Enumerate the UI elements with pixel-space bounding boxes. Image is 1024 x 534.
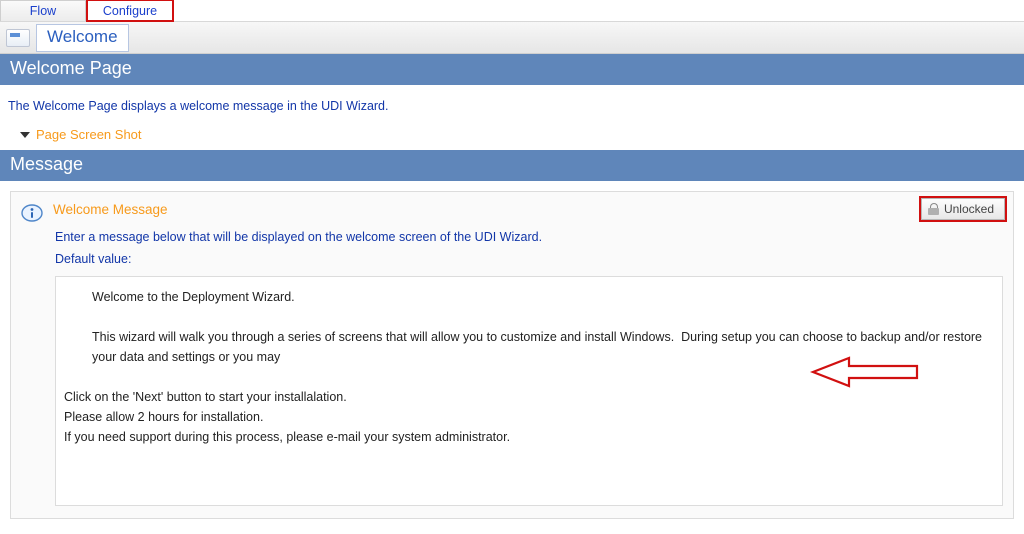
tab-configure[interactable]: Configure [87, 0, 173, 21]
chevron-down-icon [20, 132, 30, 138]
lock-open-icon [928, 203, 939, 215]
section-header-welcome-page: Welcome Page [0, 54, 1024, 85]
message-header-row: Welcome Message [11, 192, 1013, 222]
info-icon [21, 204, 43, 222]
sub-toolbar: Welcome [0, 22, 1024, 54]
tab-flow[interactable]: Flow [0, 0, 86, 21]
unlocked-label: Unlocked [944, 202, 994, 216]
section-header-message: Message [0, 150, 1024, 181]
welcome-message-textarea[interactable]: Welcome to the Deployment Wizard. This w… [55, 276, 1003, 506]
top-tab-strip: Flow Configure [0, 0, 1024, 22]
subtab-welcome[interactable]: Welcome [36, 24, 129, 52]
welcome-page-description: The Welcome Page displays a welcome mess… [0, 85, 1024, 123]
expander-page-screenshot[interactable]: Page Screen Shot [0, 123, 1024, 150]
unlocked-button[interactable]: Unlocked [921, 198, 1005, 220]
page-icon [6, 29, 30, 47]
message-panel: Welcome Message Unlocked Enter a message… [10, 191, 1014, 519]
default-value-label: Default value: [11, 252, 1013, 272]
message-subtitle: Enter a message below that will be displ… [11, 222, 1013, 252]
message-title: Welcome Message [53, 202, 168, 217]
expander-label: Page Screen Shot [36, 127, 142, 142]
